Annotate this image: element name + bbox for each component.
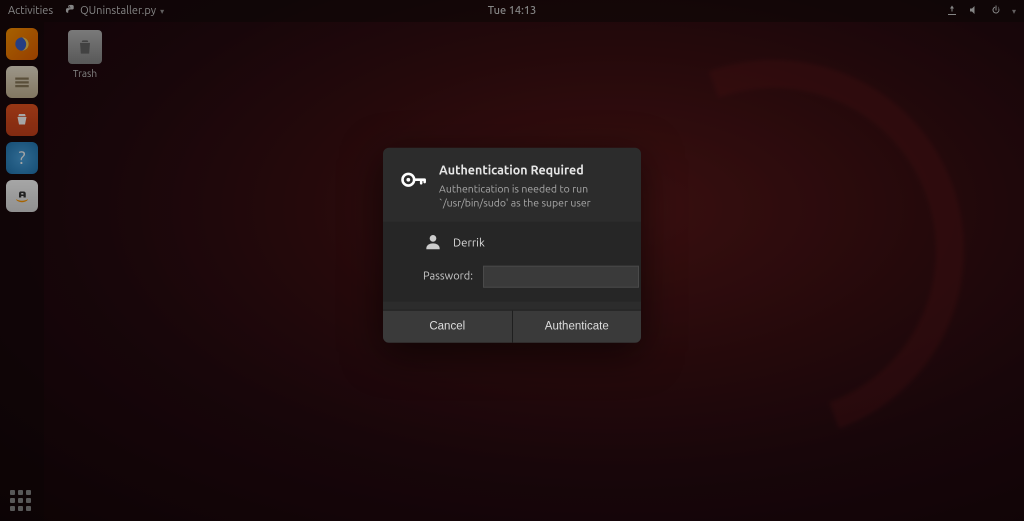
- user-name: Derrik: [453, 237, 485, 250]
- password-input[interactable]: [483, 266, 639, 288]
- authenticate-button[interactable]: Authenticate: [513, 311, 642, 343]
- auth-dialog: Authentication Required Authentication i…: [383, 147, 641, 342]
- cancel-button[interactable]: Cancel: [383, 311, 513, 343]
- dialog-message: Authentication is needed to run `/usr/bi…: [439, 181, 625, 209]
- dialog-title: Authentication Required: [439, 163, 625, 177]
- user-avatar-icon: [423, 232, 443, 256]
- password-label: Password:: [423, 271, 473, 283]
- key-icon: [399, 165, 427, 209]
